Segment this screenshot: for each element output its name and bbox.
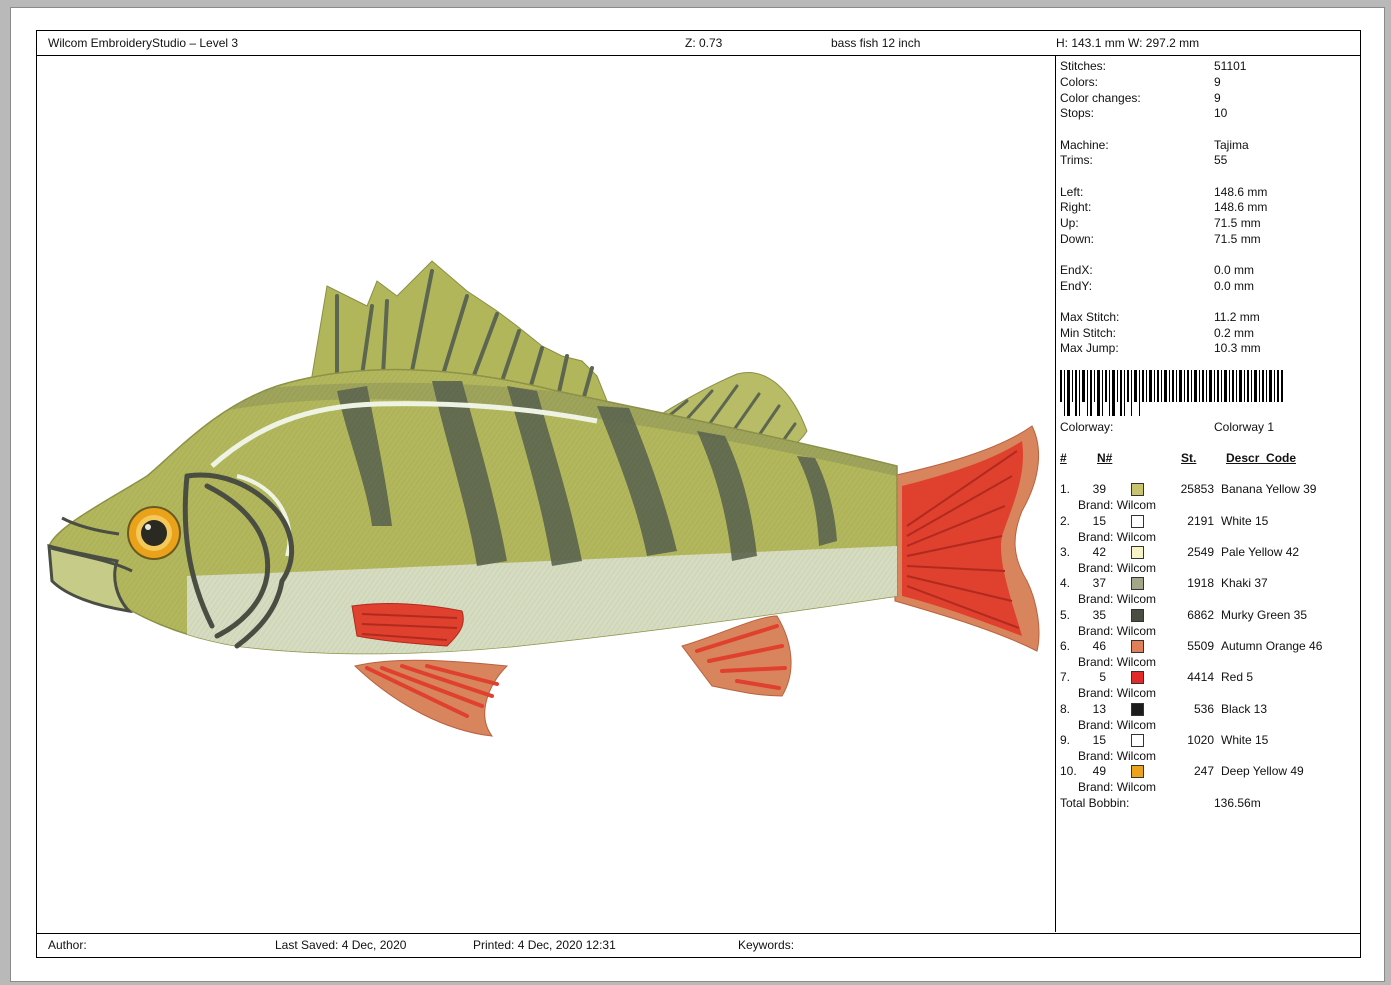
design-preview (37, 56, 1055, 932)
color-swatch (1131, 734, 1144, 747)
worksheet-frame: Wilcom EmbroideryStudio – Level 3 Z: 0.7… (36, 30, 1361, 958)
color-swatch (1131, 515, 1144, 528)
color-swatch (1131, 703, 1144, 716)
color-swatch (1131, 609, 1144, 622)
printed-field: Printed: 4 Dec, 2020 12:31 (473, 938, 616, 952)
color-row: 3. 42 2549 Pale Yellow 42 Brand: Wilcom (1060, 545, 1300, 575)
color-row: 4. 37 1918 Khaki 37 Brand: Wilcom (1060, 576, 1268, 606)
color-row: 6. 46 5509 Autumn Orange 46 Brand: Wilcom (1060, 639, 1323, 669)
color-swatch (1131, 765, 1144, 778)
color-row: 9. 15 1020 White 15 Brand: Wilcom (1060, 733, 1269, 763)
anal-fin (681, 615, 792, 697)
barcode-image (1060, 370, 1283, 416)
color-row: 10. 49 247 Deep Yellow 49 Brand: Wilcom (1060, 764, 1304, 794)
design-dimensions: H: 143.1 mm W: 297.2 mm (1056, 36, 1200, 50)
author-field: Author: (48, 938, 87, 952)
worksheet-header: Wilcom EmbroideryStudio – Level 3 Z: 0.7… (37, 31, 1360, 56)
color-row: 8. 13 536 Black 13 Brand: Wilcom (1060, 702, 1268, 732)
color-swatch (1131, 577, 1144, 590)
fish-eye (127, 506, 181, 560)
zoom-level: Z: 0.73 (685, 36, 723, 50)
design-info-panel: Stitches: 51101 Colors: 9 Color changes: 9 … (1055, 56, 1361, 932)
worksheet-footer: Author: Last Saved: 4 Dec, 2020 Printed:… (37, 933, 1360, 957)
col-header-number: N# (1097, 451, 1113, 465)
color-row: 5. 35 6862 Murky Green 35 Brand: Wilcom (1060, 608, 1308, 638)
last-saved-field: Last Saved: 4 Dec, 2020 (275, 938, 407, 952)
color-swatch (1131, 671, 1144, 684)
keywords-field: Keywords: (738, 938, 795, 952)
design-name: bass fish 12 inch (831, 36, 921, 50)
fish-embroidery-image (47, 260, 1040, 737)
color-row: 1. 39 25853 Banana Yellow 39 Brand: Wilcom (1060, 482, 1317, 512)
color-swatch (1131, 546, 1144, 559)
col-header-stitches: St. (1181, 451, 1197, 465)
color-row: 2. 15 2191 White 15 Brand: Wilcom (1060, 514, 1269, 544)
color-row: 7. 5 4414 Red 5 Brand: Wilcom (1060, 670, 1254, 700)
col-header-index: # (1060, 451, 1067, 465)
print-preview-page: Wilcom EmbroideryStudio – Level 3 Z: 0.7… (10, 7, 1385, 982)
pelvic-fin (353, 659, 509, 737)
tail-fin (891, 425, 1040, 652)
app-title: Wilcom EmbroideryStudio – Level 3 (48, 36, 239, 50)
color-swatch (1131, 640, 1144, 653)
col-header-description: Descr_Code (1226, 451, 1297, 465)
color-swatch (1131, 483, 1144, 496)
